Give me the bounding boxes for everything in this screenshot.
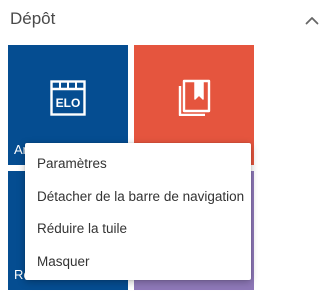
menu-item-settings[interactable]: Paramètres [25, 148, 251, 181]
section-title: Dépôt [10, 9, 56, 28]
menu-item-reduce-tile[interactable]: Réduire la tuile [25, 213, 251, 246]
tile-context-menu: Paramètres Détacher de la barre de navig… [25, 143, 251, 280]
chevron-up-icon[interactable] [304, 12, 320, 28]
svg-text:ELO: ELO [56, 96, 81, 110]
books-icon [178, 78, 214, 117]
section-header: Dépôt [0, 0, 331, 40]
menu-item-hide[interactable]: Masquer [25, 246, 251, 279]
elo-app-icon: ELO [50, 80, 86, 116]
menu-item-detach[interactable]: Détacher de la barre de navigation [25, 181, 251, 214]
